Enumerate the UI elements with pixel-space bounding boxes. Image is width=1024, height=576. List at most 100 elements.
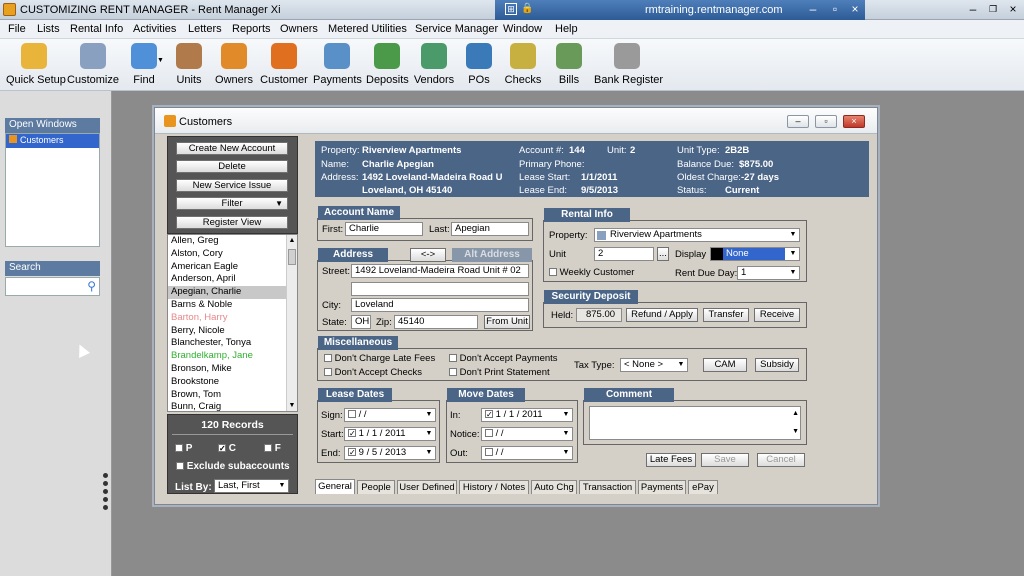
minimize-button[interactable]: – bbox=[965, 2, 981, 17]
search-icon[interactable]: ⚲ bbox=[87, 279, 96, 293]
list-item[interactable]: Barton, Harry bbox=[168, 312, 297, 325]
unit-browse-button[interactable]: ... bbox=[657, 247, 669, 261]
create-new-account-button[interactable]: Create New Account bbox=[176, 142, 288, 155]
late-fees-button[interactable]: Late Fees bbox=[646, 453, 696, 467]
window-close-button[interactable]: × bbox=[843, 115, 865, 128]
scroll-down-icon[interactable]: ▼ bbox=[792, 426, 799, 438]
menu-activities[interactable]: Activities bbox=[133, 23, 176, 35]
menu-file[interactable]: File bbox=[8, 23, 26, 35]
from-unit-button[interactable]: From Unit bbox=[484, 315, 530, 329]
tax-type-select[interactable]: < None > ▼ bbox=[620, 358, 688, 372]
remote-restore-button[interactable]: ▫ bbox=[827, 2, 843, 17]
list-item[interactable]: Brookstone bbox=[168, 376, 297, 389]
dont-accept-payments-checkbox[interactable]: Don't Accept Payments bbox=[449, 353, 558, 364]
exclude-subaccounts-checkbox[interactable]: Exclude subaccounts bbox=[176, 461, 290, 472]
customer-list[interactable]: Allen, Greg Alston, Cory American Eagle And… bbox=[167, 234, 298, 412]
zip-field[interactable]: 45140 bbox=[394, 315, 478, 329]
delete-button[interactable]: Delete bbox=[176, 160, 288, 173]
panel-splitter-grip[interactable] bbox=[103, 473, 109, 513]
list-item[interactable]: American Eagle bbox=[168, 261, 297, 274]
tab-history-notes[interactable]: History / Notes bbox=[459, 480, 529, 494]
pin-icon[interactable]: ⊞ bbox=[505, 3, 517, 15]
street-field[interactable]: 1492 Loveland-Madeira Road Unit # 02 bbox=[351, 264, 529, 278]
filter-f-checkbox[interactable]: F bbox=[264, 443, 281, 454]
list-item[interactable]: Blanchester, Tonya bbox=[168, 337, 297, 350]
bank-register-button[interactable]: Bank Register bbox=[594, 43, 663, 86]
sign-date-field[interactable]: / / ▼ bbox=[344, 408, 436, 422]
menu-service-manager[interactable]: Service Manager bbox=[415, 23, 498, 35]
deposits-button[interactable]: Deposits bbox=[366, 43, 409, 86]
dont-print-statement-checkbox[interactable]: Don't Print Statement bbox=[449, 367, 550, 378]
move-in-date-field[interactable]: ✓ 1 / 1 / 2011 ▼ bbox=[481, 408, 573, 422]
weekly-customer-checkbox[interactable]: Weekly Customer bbox=[549, 267, 634, 278]
menu-metered-utilities[interactable]: Metered Utilities bbox=[328, 23, 407, 35]
last-name-field[interactable]: Apegian bbox=[451, 222, 529, 236]
transfer-button[interactable]: Transfer bbox=[703, 308, 749, 322]
search-input[interactable]: ⚲ bbox=[5, 277, 100, 296]
bills-button[interactable]: Bills bbox=[554, 43, 584, 86]
restore-button[interactable]: ❐ bbox=[985, 2, 1001, 17]
tab-user-defined[interactable]: User Defined bbox=[397, 480, 457, 494]
subsidy-button[interactable]: Subsidy bbox=[755, 358, 799, 372]
street-line2-field[interactable] bbox=[351, 282, 529, 296]
list-by-select[interactable]: Last, First ▼ bbox=[214, 479, 289, 493]
vendors-button[interactable]: Vendors bbox=[413, 43, 455, 86]
save-button[interactable]: Save bbox=[701, 453, 749, 467]
remote-close-button[interactable]: × bbox=[847, 2, 863, 17]
units-button[interactable]: Units bbox=[172, 43, 206, 86]
rent-due-day-select[interactable]: 1 ▼ bbox=[737, 266, 800, 280]
open-window-item[interactable]: Customers bbox=[6, 134, 99, 148]
register-view-button[interactable]: Register View bbox=[176, 216, 288, 229]
filter-button[interactable]: Filter ▼ bbox=[176, 197, 288, 210]
start-date-field[interactable]: ✓ 1 / 1 / 2011 ▼ bbox=[344, 427, 436, 441]
menu-letters[interactable]: Letters bbox=[188, 23, 222, 35]
tab-transaction[interactable]: Transaction bbox=[579, 480, 636, 494]
address-tab[interactable]: Address bbox=[318, 248, 388, 262]
customer-button[interactable]: Customer bbox=[260, 43, 308, 86]
rental-unit-field[interactable]: 2 bbox=[594, 247, 654, 261]
list-item[interactable]: Bunn, Craig bbox=[168, 401, 297, 411]
list-item[interactable]: Barns & Noble bbox=[168, 299, 297, 312]
scroll-up-icon[interactable]: ▲ bbox=[792, 408, 799, 420]
customer-list-scrollbar[interactable]: ▲ ▼ bbox=[286, 235, 297, 411]
cam-button[interactable]: CAM bbox=[703, 358, 747, 372]
list-item[interactable]: Brandelkamp, Jane bbox=[168, 350, 297, 363]
list-item[interactable]: Brown, Tom bbox=[168, 389, 297, 402]
comment-field[interactable]: ▲ ▼ bbox=[589, 406, 801, 440]
display-select[interactable]: None ▼ bbox=[710, 247, 800, 261]
scroll-down-icon[interactable]: ▼ bbox=[287, 400, 297, 411]
cancel-button[interactable]: Cancel bbox=[757, 453, 805, 467]
list-item[interactable]: Berry, Nicole bbox=[168, 325, 297, 338]
close-button[interactable]: × bbox=[1005, 2, 1021, 17]
filter-c-checkbox[interactable]: ✓ C bbox=[218, 443, 236, 454]
city-field[interactable]: Loveland bbox=[351, 298, 529, 312]
list-item[interactable]: Anderson, April bbox=[168, 273, 297, 286]
refund-apply-button[interactable]: Refund / Apply bbox=[626, 308, 698, 322]
first-name-field[interactable]: Charlie bbox=[345, 222, 423, 236]
tab-epay[interactable]: ePay bbox=[688, 480, 718, 494]
receive-button[interactable]: Receive bbox=[754, 308, 800, 322]
notice-date-field[interactable]: / / ▼ bbox=[481, 427, 573, 441]
window-minimize-button[interactable]: – bbox=[787, 115, 809, 128]
tab-people[interactable]: People bbox=[357, 480, 395, 494]
menu-lists[interactable]: Lists bbox=[37, 23, 60, 35]
owners-button[interactable]: Owners bbox=[214, 43, 254, 86]
menu-window[interactable]: Window bbox=[503, 23, 542, 35]
list-item[interactable]: Allen, Greg bbox=[168, 235, 297, 248]
tab-general[interactable]: General bbox=[315, 479, 355, 494]
find-button[interactable]: Find bbox=[124, 43, 164, 86]
dont-charge-late-fees-checkbox[interactable]: Don't Charge Late Fees bbox=[324, 353, 435, 364]
scroll-thumb[interactable] bbox=[288, 249, 296, 265]
window-maximize-button[interactable]: ▫ bbox=[815, 115, 837, 128]
tab-payments[interactable]: Payments bbox=[638, 480, 686, 494]
menu-rental-info[interactable]: Rental Info bbox=[70, 23, 123, 35]
tab-auto-chg[interactable]: Auto Chg bbox=[531, 480, 577, 494]
remote-minimize-button[interactable]: – bbox=[805, 2, 821, 17]
end-date-field[interactable]: ✓ 9 / 5 / 2013 ▼ bbox=[344, 446, 436, 460]
checks-button[interactable]: Checks bbox=[504, 43, 542, 86]
menu-owners[interactable]: Owners bbox=[280, 23, 318, 35]
pos-button[interactable]: POs bbox=[464, 43, 494, 86]
payments-button[interactable]: Payments bbox=[313, 43, 362, 86]
quick-setup-button[interactable]: Quick Setup bbox=[6, 43, 66, 86]
rental-property-select[interactable]: Riverview Apartments ▼ bbox=[594, 228, 800, 242]
